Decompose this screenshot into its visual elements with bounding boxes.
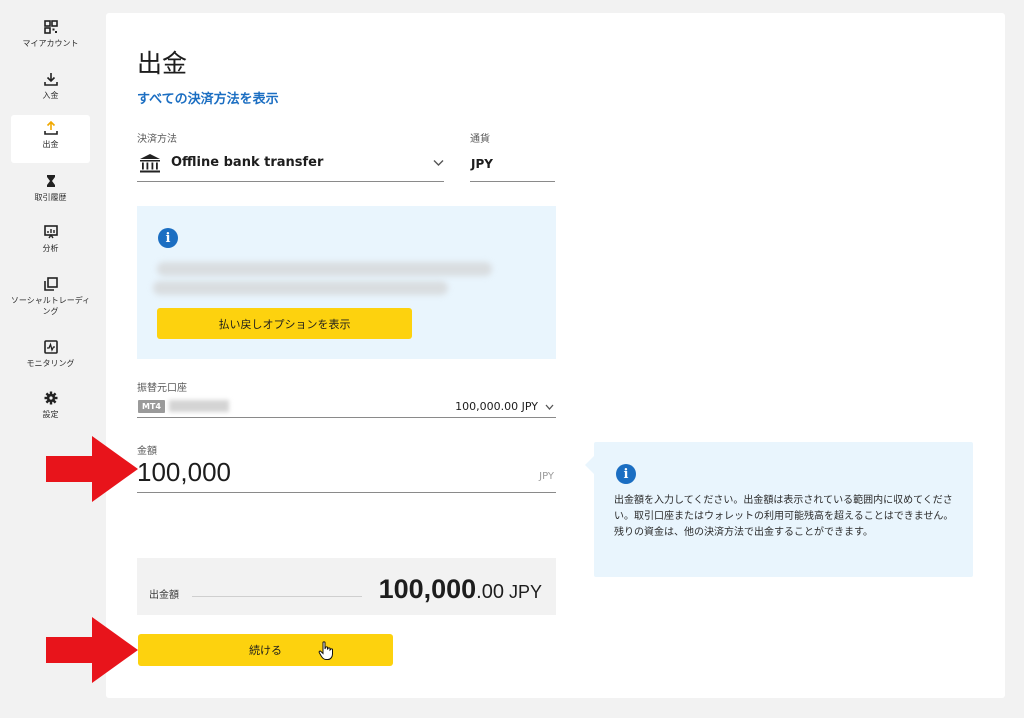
upload-icon — [43, 121, 58, 135]
account-balance: 100,000.00 JPY — [455, 400, 538, 413]
sidebar: マイアカウント 入金 出金 取引履歴 分析 ソーシャルトレーディング モニタリン… — [0, 0, 100, 718]
annotation-arrow-icon — [46, 436, 138, 502]
all-payment-methods-link[interactable]: すべての決済方法を表示 — [137, 88, 279, 107]
analytics-icon — [43, 225, 58, 239]
info-icon: i — [616, 464, 636, 484]
sidebar-item-withdraw[interactable]: 出金 — [11, 115, 90, 163]
bank-icon — [140, 154, 160, 173]
source-account-label: 振替元口座 — [137, 383, 187, 394]
monitor-icon — [43, 340, 58, 354]
annotation-arrow-icon — [46, 617, 138, 683]
hand-cursor-icon — [318, 641, 333, 660]
dashboard-icon — [43, 20, 58, 34]
download-icon — [43, 73, 58, 86]
payment-method-select[interactable]: Offline bank transfer — [137, 149, 444, 182]
gear-icon — [44, 391, 57, 405]
redacted-text — [157, 262, 492, 276]
source-account-select[interactable]: MT4 100,000.00 JPY — [137, 396, 556, 418]
summary-leader-line — [192, 596, 362, 597]
sidebar-item-label: 取引履歴 — [34, 193, 67, 202]
sidebar-item-label: 入金 — [42, 91, 59, 100]
currency-field[interactable]: JPY — [470, 149, 555, 182]
sidebar-item-label: ソーシャルトレーディング — [10, 296, 91, 316]
amount-value: 100,000 — [137, 457, 231, 487]
sidebar-item-social-trading[interactable]: ソーシャルトレーディング — [11, 271, 90, 327]
sidebar-item-analytics[interactable]: 分析 — [11, 219, 90, 267]
sidebar-item-label: モニタリング — [26, 359, 75, 368]
chevron-down-icon — [433, 160, 444, 166]
amount-unit: JPY — [539, 471, 554, 482]
sidebar-item-my-account[interactable]: マイアカウント — [11, 14, 90, 62]
hourglass-icon — [46, 175, 55, 187]
payment-method-value: Offline bank transfer — [171, 155, 324, 170]
sidebar-item-label: 出金 — [42, 140, 59, 149]
continue-button[interactable]: 続ける — [138, 634, 393, 666]
copy-icon — [43, 277, 58, 291]
chevron-down-icon — [545, 404, 554, 410]
withdraw-summary: 出金額 100,000.00 JPY — [137, 558, 556, 615]
summary-amount: 100,000.00 JPY — [379, 574, 542, 605]
summary-amount-integer: 100,000 — [378, 574, 477, 604]
redacted-account-number — [169, 400, 229, 412]
payment-method-label: 決済方法 — [137, 134, 177, 145]
summary-currency: JPY — [508, 582, 542, 602]
sidebar-item-monitoring[interactable]: モニタリング — [11, 334, 90, 382]
currency-value: JPY — [471, 157, 493, 171]
sidebar-item-history[interactable]: 取引履歴 — [11, 168, 90, 216]
platform-badge: MT4 — [138, 400, 165, 413]
amount-tip-box: i 出金額を入力してください。出金額は表示されている範囲内に収めてください。取引… — [594, 442, 973, 577]
show-refund-options-button[interactable]: 払い戻しオプションを表示 — [157, 308, 412, 339]
sidebar-item-label: 分析 — [42, 244, 59, 253]
amount-input[interactable]: 100,000 JPY — [137, 455, 556, 493]
sidebar-item-label: マイアカウント — [22, 39, 79, 48]
summary-amount-decimals: .00 — [476, 581, 504, 603]
currency-label: 通貨 — [470, 134, 490, 145]
tip-pointer — [585, 456, 594, 474]
info-icon: i — [158, 228, 178, 248]
amount-tip-text: 出金額を入力してください。出金額は表示されている範囲内に収めてください。取引口座… — [614, 495, 954, 538]
sidebar-item-label: 設定 — [42, 410, 59, 419]
summary-label: 出金額 — [149, 590, 179, 601]
page-title: 出金 — [137, 49, 188, 78]
redacted-text — [153, 281, 448, 295]
sidebar-item-settings[interactable]: 設定 — [11, 385, 90, 433]
info-box: i 払い戻しオプションを表示 — [137, 206, 556, 359]
sidebar-item-deposit[interactable]: 入金 — [11, 66, 90, 114]
